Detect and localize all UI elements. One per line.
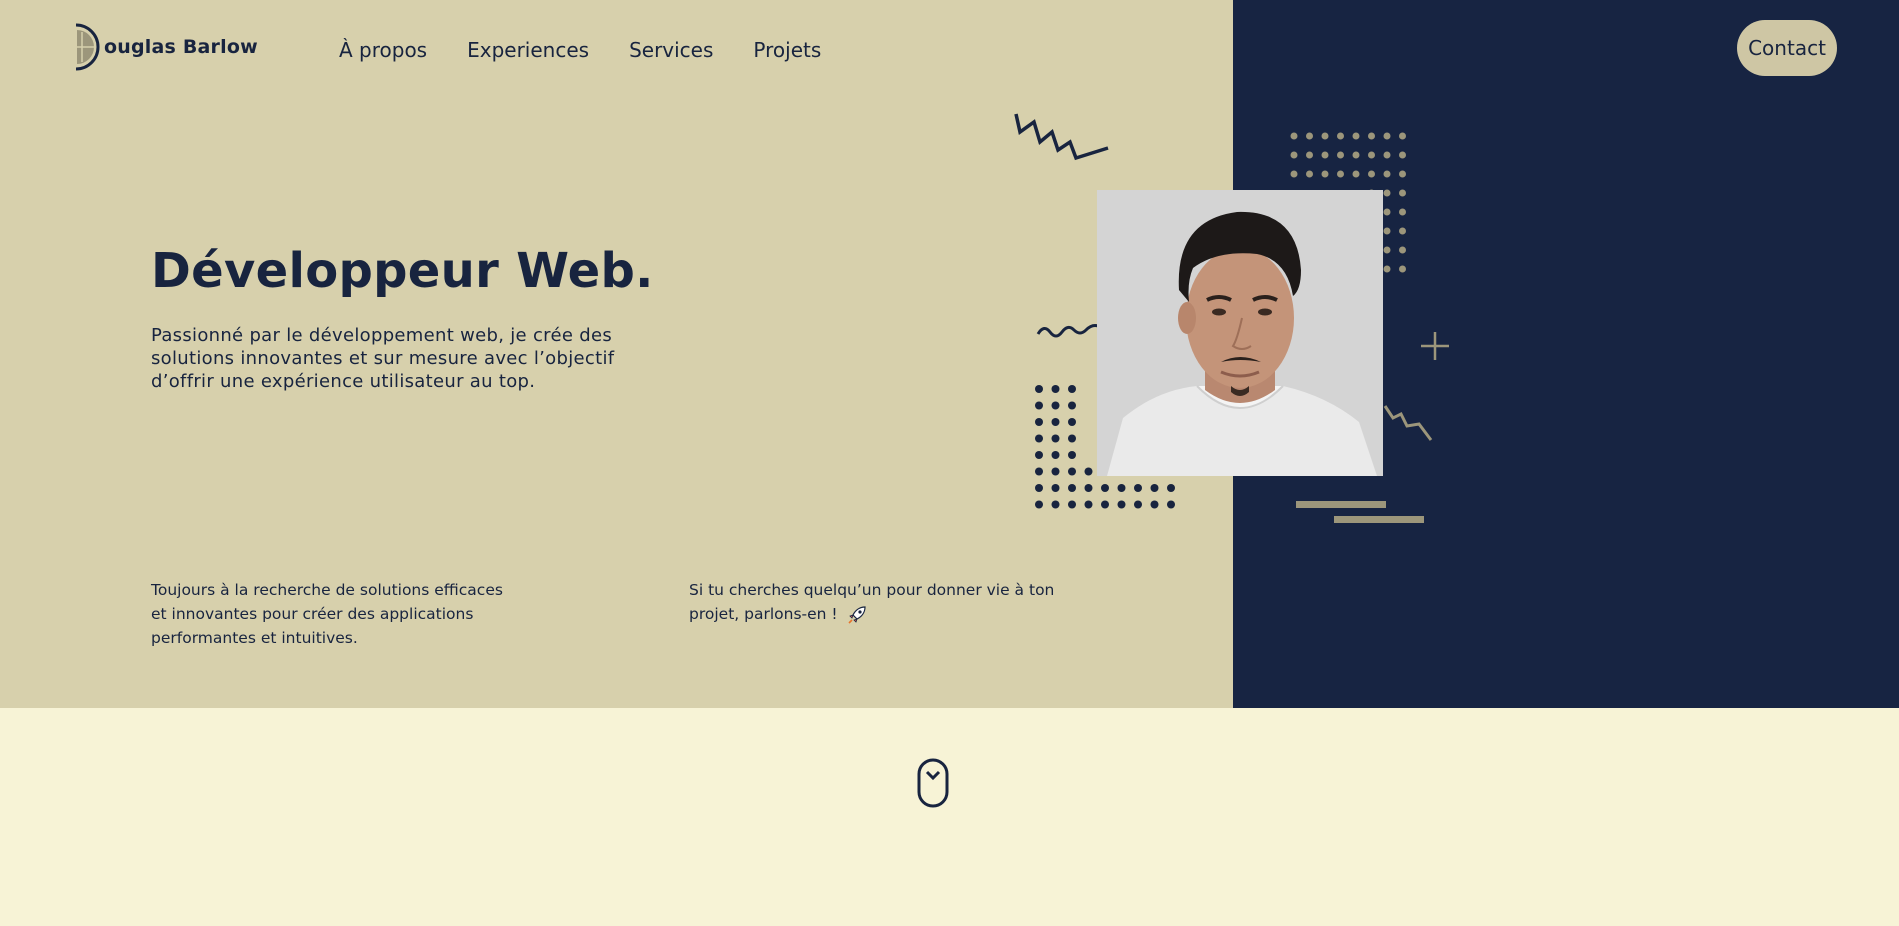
bars-decoration — [1296, 501, 1424, 523]
zigzag-decoration-right — [1383, 405, 1433, 441]
info-text-left: Toujours à la recherche de solutions eff… — [151, 581, 503, 647]
logo[interactable]: ouglas Barlow — [74, 22, 258, 72]
nav-item-projets[interactable]: Projets — [753, 38, 821, 62]
plus-decoration — [1421, 332, 1449, 360]
nav-item-services[interactable]: Services — [629, 38, 713, 62]
contact-button[interactable]: Contact — [1737, 20, 1837, 76]
nav-item-experiences[interactable]: Experiences — [467, 38, 589, 62]
hero-title: Développeur Web. — [151, 243, 654, 299]
info-text-right-label: Si tu cherches quelqu’un pour donner vie… — [689, 581, 1055, 623]
main-nav: À propos Experiences Services Projets — [339, 38, 861, 62]
wave-decoration — [1036, 324, 1099, 338]
hero-section: ouglas Barlow À propos Experiences Servi… — [0, 0, 1899, 708]
zigzag-decoration-top — [1014, 113, 1109, 161]
profile-photo — [1097, 190, 1383, 476]
nav-item-a-propos[interactable]: À propos — [339, 38, 427, 62]
rocket-icon — [847, 605, 866, 624]
half-circle-logo-icon — [75, 23, 100, 71]
mouse-scroll-icon[interactable] — [917, 758, 949, 808]
hero-description: Passionné par le développement web, je c… — [151, 325, 615, 392]
logo-text: ouglas Barlow — [104, 36, 258, 58]
info-text-right: Si tu cherches quelqu’un pour donner vie… — [689, 578, 1059, 626]
